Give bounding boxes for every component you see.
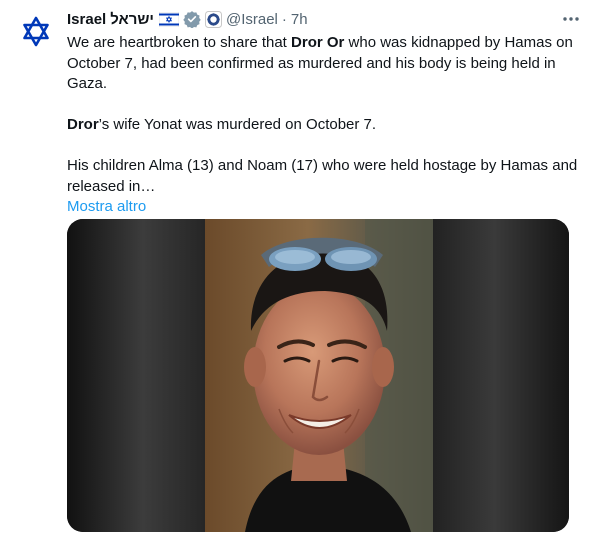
tweet-paragraph-2: Dror’s wife Yonat was murdered on Octobe…	[67, 115, 582, 136]
star-of-david-icon	[23, 16, 49, 47]
israel-flag-icon	[158, 11, 179, 27]
author-name-hebrew[interactable]: ישראל	[110, 11, 154, 28]
tweet-card[interactable]: Israel ישראל @Israel · 7h We are heartbr…	[0, 0, 600, 537]
gray-verified-badge-icon[interactable]	[183, 10, 201, 28]
tweet-paragraph-3: His children Alma (13) and Noam (17) who…	[67, 157, 578, 195]
state-emblem-icon[interactable]	[204, 10, 222, 28]
author-handle[interactable]: @Israel	[226, 11, 278, 28]
bold-name: Dror	[67, 116, 99, 133]
show-more-link[interactable]: Mostra altro	[67, 198, 146, 215]
portrait-photo	[205, 219, 433, 532]
bold-name: Dror Or	[291, 34, 345, 51]
image-blur-right	[433, 219, 569, 532]
image-blur-left	[67, 219, 205, 532]
more-options-icon[interactable]	[556, 8, 586, 30]
avatar[interactable]	[12, 8, 60, 56]
author-name[interactable]: Israel	[67, 11, 106, 28]
separator-dot: ·	[281, 10, 287, 28]
tweet-text: We are heartbroken to share that Dror Or…	[67, 33, 582, 218]
text-segment: We are heartbroken to share that	[67, 34, 292, 51]
text-segment: ’s wife Yonat was murdered on October 7.	[98, 116, 377, 133]
tweet-image[interactable]	[67, 219, 569, 532]
tweet-header: Israel ישראל @Israel · 7h	[67, 8, 308, 30]
tweet-timestamp[interactable]: 7h	[291, 11, 308, 28]
tweet-paragraph-1: We are heartbroken to share that Dror Or…	[67, 33, 582, 95]
